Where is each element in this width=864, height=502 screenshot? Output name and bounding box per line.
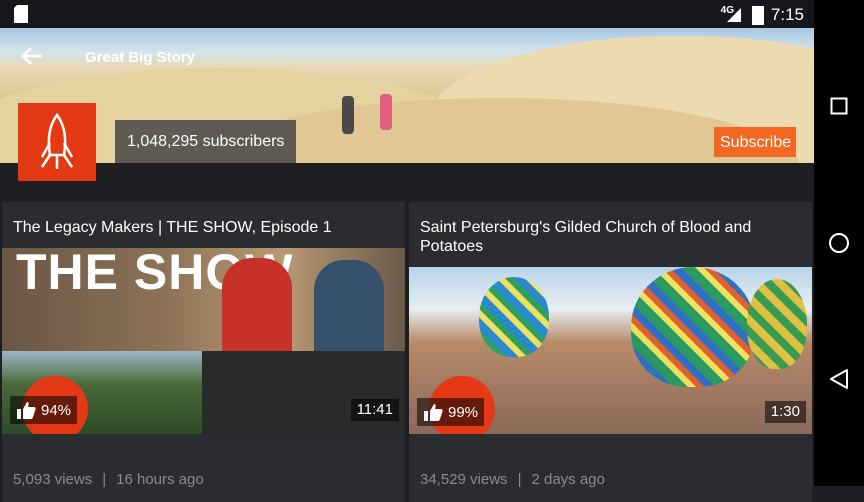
thumbs-up-icon — [424, 404, 443, 421]
thumb-onion-dome — [479, 277, 549, 357]
back-button[interactable] — [814, 359, 864, 399]
subscribe-button[interactable]: Subscribe — [714, 127, 796, 157]
like-percent: 94% — [41, 401, 72, 419]
rocket-icon — [40, 113, 74, 169]
video-duration: 11:41 — [350, 399, 399, 421]
channel-title: Great Big Story — [85, 49, 196, 66]
banner-person — [380, 94, 392, 130]
like-badge: 94% — [10, 396, 78, 424]
like-badge: 99% — [417, 398, 485, 426]
video-card[interactable]: The Legacy Makers | THE SHOW, Episode 1 … — [2, 202, 405, 502]
video-meta: 34,529 views | 2 days ago — [420, 471, 605, 488]
video-title[interactable]: Saint Petersburg's Gilded Church of Bloo… — [420, 218, 800, 256]
thumb-onion-dome — [631, 267, 755, 387]
battery-icon — [752, 6, 764, 25]
status-bar: 4G 7:15 — [0, 0, 814, 28]
upload-age: 16 hours ago — [116, 471, 204, 488]
signal-icon — [727, 8, 741, 22]
square-icon — [830, 97, 848, 115]
sd-card-icon — [14, 5, 28, 23]
circle-icon — [829, 233, 849, 253]
meta-separator: | — [517, 471, 522, 488]
meta-separator: | — [102, 471, 107, 488]
view-count: 34,529 views — [420, 471, 508, 488]
subscriber-count: 1,048,295 subscribers — [115, 120, 297, 163]
home-button[interactable] — [814, 223, 864, 263]
thumb-studio — [202, 351, 405, 434]
video-meta: 5,093 views | 16 hours ago — [13, 471, 204, 488]
video-card[interactable]: Saint Petersburg's Gilded Church of Bloo… — [409, 202, 812, 502]
banner-person — [342, 96, 354, 134]
thumb-person-denim — [314, 260, 384, 351]
like-percent: 99% — [448, 403, 479, 421]
view-count: 5,093 views — [13, 471, 93, 488]
thumb-person-red — [222, 258, 292, 351]
triangle-back-icon — [830, 369, 848, 389]
thumb-onion-dome — [747, 279, 807, 369]
clock: 7:15 — [770, 5, 804, 24]
recents-button[interactable] — [814, 86, 864, 126]
video-title[interactable]: The Legacy Makers | THE SHOW, Episode 1 — [13, 218, 393, 237]
video-thumbnail[interactable]: 99% 1:30 — [409, 267, 812, 434]
navigation-bar — [814, 0, 864, 486]
upload-age: 2 days ago — [531, 471, 605, 488]
video-duration: 1:30 — [764, 401, 806, 423]
back-arrow-icon[interactable] — [20, 46, 44, 66]
channel-logo[interactable] — [18, 103, 96, 181]
video-thumbnail[interactable]: THE SHOW 94% 11:41 — [2, 248, 405, 434]
thumbs-up-icon — [17, 402, 36, 419]
